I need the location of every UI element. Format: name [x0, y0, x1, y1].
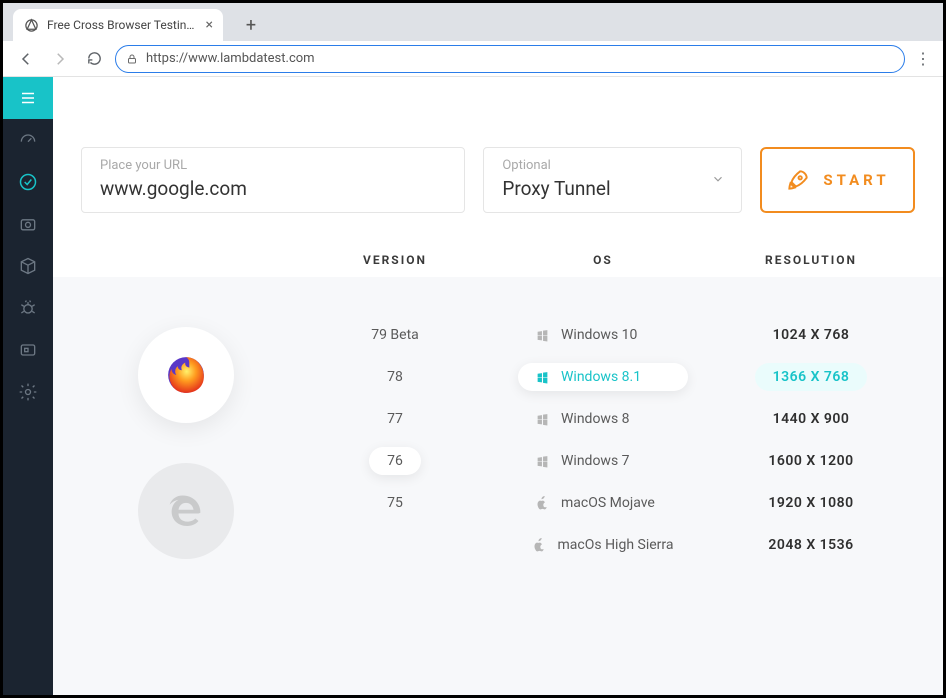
resolution-option[interactable]: 2048 X 1536 [750, 531, 871, 559]
resolution-option-label: 1600 X 1200 [768, 453, 853, 469]
os-option[interactable]: Windows 8.1 [518, 363, 688, 391]
os-option-label: Windows 10 [561, 327, 637, 343]
resolution-option-label: 1440 X 900 [773, 411, 850, 427]
app-sidebar [3, 77, 53, 695]
new-tab-button[interactable]: + [237, 11, 265, 39]
proxy-value: Proxy Tunnel [502, 177, 610, 200]
sidebar-realtime-icon[interactable] [3, 161, 53, 203]
version-list: 79 Beta 78 77 76 75 [291, 307, 499, 655]
sidebar-cube-icon[interactable] [3, 245, 53, 287]
os-list: Windows 10 Windows 8.1 Windows 8 Windows 7 m… [499, 307, 707, 655]
version-option[interactable]: 78 [369, 363, 421, 391]
column-header-resolution: RESOLUTION [707, 253, 915, 267]
os-option-label: Windows 7 [561, 453, 630, 469]
browser-firefox-chip[interactable] [138, 327, 234, 423]
windows-icon [536, 371, 549, 384]
os-option-label: macOs High Sierra [558, 537, 674, 553]
apple-icon [533, 538, 546, 553]
resolution-option[interactable]: 1440 X 900 [755, 405, 868, 433]
resolution-option-label: 1024 X 768 [773, 327, 850, 343]
proxy-placeholder: Optional [502, 158, 610, 173]
url-input[interactable]: Place your URL www.google.com [81, 147, 465, 213]
start-button[interactable]: START [760, 147, 915, 213]
resolution-option-label: 1366 X 768 [773, 369, 850, 385]
resolution-list: 1024 X 768 1366 X 768 1440 X 900 1600 X 120… [707, 307, 915, 655]
windows-icon [536, 329, 549, 342]
internet-explorer-icon [166, 491, 206, 531]
rocket-icon [785, 167, 811, 193]
os-option[interactable]: Windows 8 [518, 405, 688, 433]
resolution-option[interactable]: 1920 X 1080 [750, 489, 871, 517]
version-option-label: 75 [387, 495, 403, 511]
forward-button[interactable] [47, 46, 73, 72]
resolution-option[interactable]: 1024 X 768 [755, 321, 868, 349]
sidebar-dashboard-icon[interactable] [3, 119, 53, 161]
sidebar-integrations-icon[interactable] [3, 329, 53, 371]
resolution-option[interactable]: 1600 X 1200 [750, 447, 871, 475]
version-option[interactable]: 79 Beta [353, 321, 437, 349]
resolution-option-label: 1920 X 1080 [768, 495, 853, 511]
sidebar-settings-icon[interactable] [3, 371, 53, 413]
lock-icon [126, 53, 138, 65]
browser-menu-button[interactable]: ⋮ [913, 49, 933, 68]
browser-tabbar: Free Cross Browser Testing Clou × + [3, 3, 943, 41]
column-header-os: OS [499, 253, 707, 267]
apple-icon [536, 496, 549, 511]
os-option-label: macOS Mojave [561, 495, 655, 511]
version-option-label: 78 [387, 369, 403, 385]
os-option[interactable]: macOS Mojave [518, 489, 688, 517]
version-option[interactable]: 77 [369, 405, 421, 433]
sidebar-screenshot-icon[interactable] [3, 203, 53, 245]
version-option[interactable]: 76 [369, 447, 421, 475]
resolution-option-label: 2048 X 1536 [768, 537, 853, 553]
windows-icon [536, 455, 549, 468]
os-option[interactable]: macOs High Sierra [515, 531, 692, 559]
browser-ie-chip[interactable] [138, 463, 234, 559]
version-option-label: 76 [387, 453, 403, 469]
browser-toolbar: https://www.lambdatest.com ⋮ [3, 41, 943, 77]
tab-close-icon[interactable]: × [206, 17, 213, 33]
chevron-down-icon [711, 172, 725, 186]
version-option-label: 77 [387, 411, 403, 427]
address-bar-url: https://www.lambdatest.com [146, 51, 315, 66]
windows-icon [536, 413, 549, 426]
os-option[interactable]: Windows 7 [518, 447, 688, 475]
os-option[interactable]: Windows 10 [518, 321, 688, 349]
proxy-tunnel-dropdown[interactable]: Optional Proxy Tunnel [483, 147, 742, 213]
sidebar-bug-icon[interactable] [3, 287, 53, 329]
version-option[interactable]: 75 [369, 489, 421, 517]
firefox-icon [164, 353, 208, 397]
reload-button[interactable] [81, 46, 107, 72]
os-option-label: Windows 8 [561, 411, 630, 427]
tab-title: Free Cross Browser Testing Clou [47, 18, 198, 32]
start-button-label: START [823, 171, 889, 189]
column-header-version: VERSION [291, 253, 499, 267]
tab-favicon [23, 17, 39, 33]
version-option-label: 79 Beta [371, 327, 419, 343]
address-bar[interactable]: https://www.lambdatest.com [115, 45, 905, 73]
url-input-value: www.google.com [100, 177, 446, 200]
url-input-placeholder: Place your URL [100, 158, 446, 173]
resolution-option[interactable]: 1366 X 768 [755, 363, 868, 391]
back-button[interactable] [13, 46, 39, 72]
os-option-label: Windows 8.1 [561, 369, 641, 385]
browser-tab[interactable]: Free Cross Browser Testing Clou × [13, 9, 223, 41]
menu-toggle-button[interactable] [3, 77, 53, 119]
